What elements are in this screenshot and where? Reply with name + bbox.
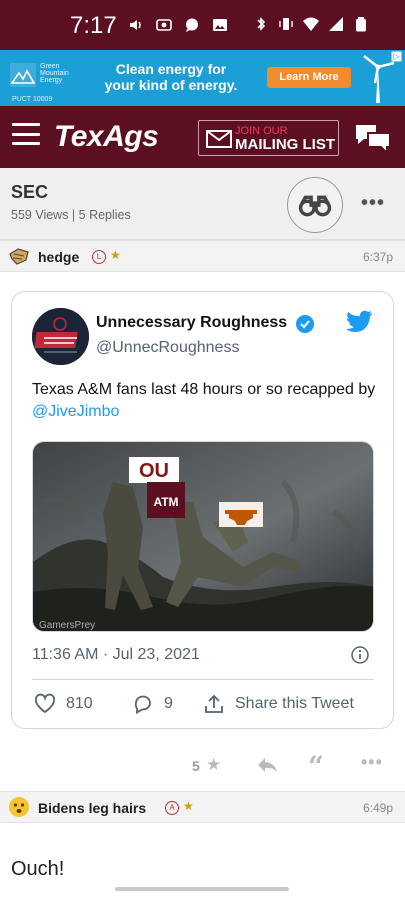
battery-icon (356, 17, 366, 32)
message-icon (186, 18, 198, 32)
ad-headline-line: your kind of energy. (104, 77, 238, 93)
post-header: hedge L ★ 6:37p (0, 240, 405, 272)
post-time: 6:37p (362, 250, 393, 264)
ad-headline: Clean energy for your kind of energy. (86, 61, 256, 93)
post-time: 6:49p (362, 801, 393, 815)
info-icon[interactable] (351, 646, 369, 664)
tweet-divider (32, 679, 374, 680)
tweet-author-name[interactable]: Unnecessary Roughness (96, 314, 287, 332)
heart-icon (34, 693, 56, 714)
share-tweet-button[interactable]: Share this Tweet (203, 693, 354, 715)
post-username[interactable]: hedge (38, 249, 79, 265)
envelope-icon (206, 130, 232, 148)
texags-logo[interactable]: TexAgs (54, 120, 159, 154)
mailing-list-button[interactable]: JOIN OUR MAILING LIST (198, 120, 339, 156)
media-watermark: GamersPrey (39, 620, 95, 631)
verified-badge-icon (296, 315, 314, 333)
tweet-date[interactable]: 11:36 AM · Jul 23, 2021 (32, 646, 200, 664)
post-username[interactable]: Bidens leg hairs (38, 800, 146, 816)
gesture-nav-bar[interactable] (115, 887, 289, 891)
share-icon (205, 694, 223, 713)
rank-badge: L (92, 250, 106, 264)
star-icon: ★ (183, 799, 194, 813)
ad-brand-line: Energy (40, 77, 63, 84)
star-icon: ★ (110, 248, 121, 262)
signal-icon (329, 17, 343, 31)
post-body: Ouch! (11, 858, 65, 880)
avatar[interactable] (8, 796, 30, 818)
like-count: 810 (66, 695, 93, 712)
vibrate-icon (279, 18, 293, 30)
tweet-media-image[interactable]: OU ATM GamersPrey (32, 441, 374, 632)
ad-headline-line: Clean energy for (115, 61, 227, 77)
ad-learn-more-button[interactable]: Learn More (267, 67, 351, 88)
like-button[interactable]: 810 (34, 693, 93, 715)
ad-banner[interactable]: Green Mountain Energy PUCT 10009 Clean e… (0, 50, 405, 106)
ad-brand-line: Green (40, 63, 60, 70)
share-label: Share this Tweet (235, 695, 354, 712)
chat-bubbles-icon[interactable] (354, 121, 392, 155)
reply-button[interactable]: 9 (132, 693, 173, 715)
image-icon (213, 19, 227, 31)
wifi-icon (303, 17, 319, 31)
thread-header: SEC 559 Views | 5 Replies (0, 168, 405, 240)
ad-puct: PUCT 10009 (12, 96, 53, 103)
post-more-button[interactable]: ••• (361, 752, 383, 773)
menu-icon[interactable] (12, 123, 40, 145)
tweet-author-handle[interactable]: @UnnecRoughness (96, 339, 239, 357)
mailing-list-label: MAILING LIST (235, 136, 335, 153)
ou-logo: OU (139, 460, 169, 482)
tweet-text-body: Texas A&M fans last 48 hours or so recap… (32, 381, 376, 398)
meme-image: OU ATM GamersPrey (33, 442, 373, 631)
thread-more-button[interactable]: ••• (361, 192, 385, 215)
ad-brand: Green Mountain Energy (40, 63, 76, 84)
rank-badge: A (165, 801, 179, 815)
bluetooth-icon (257, 17, 266, 31)
tweet-mention-link[interactable]: @JiveJimbo (32, 403, 119, 420)
binoculars-icon[interactable] (287, 177, 343, 233)
status-left-icons (128, 16, 228, 34)
radio-icon (156, 19, 172, 31)
post-header: Bidens leg hairs A ★ 6:49p (0, 791, 405, 823)
site-header: TexAgs JOIN OUR MAILING LIST (0, 106, 405, 168)
status-time: 7:17 (70, 12, 117, 39)
twitter-bird-icon[interactable] (345, 310, 373, 334)
thread-meta: 559 Views | 5 Replies (11, 208, 131, 222)
comment-icon (134, 695, 151, 715)
thread-title: SEC (11, 182, 49, 202)
avatar[interactable] (8, 246, 30, 268)
tweet-text: Texas A&M fans last 48 hours or so recap… (32, 379, 377, 423)
post-actions: 5 ★ “ ••• (0, 750, 405, 783)
texas-am-logo: ATM (153, 495, 178, 509)
star-rating-icon[interactable]: ★ (206, 755, 221, 775)
mountain-logo-icon (10, 63, 36, 87)
tweet-avatar[interactable] (32, 308, 89, 365)
status-right-icons (253, 15, 369, 33)
ad-brand-line: Mountain (40, 70, 69, 77)
volume-icon (130, 20, 141, 30)
quote-icon[interactable]: “ (308, 750, 324, 783)
reply-count: 9 (164, 695, 173, 712)
ad-choices-icon[interactable]: ▷ (391, 51, 402, 62)
status-bar: 7:17 (0, 0, 405, 50)
star-count: 5 (192, 758, 200, 774)
reply-arrow-icon[interactable] (256, 756, 278, 774)
tweet-embed[interactable]: Unnecessary Roughness @UnnecRoughness Te… (11, 291, 394, 729)
